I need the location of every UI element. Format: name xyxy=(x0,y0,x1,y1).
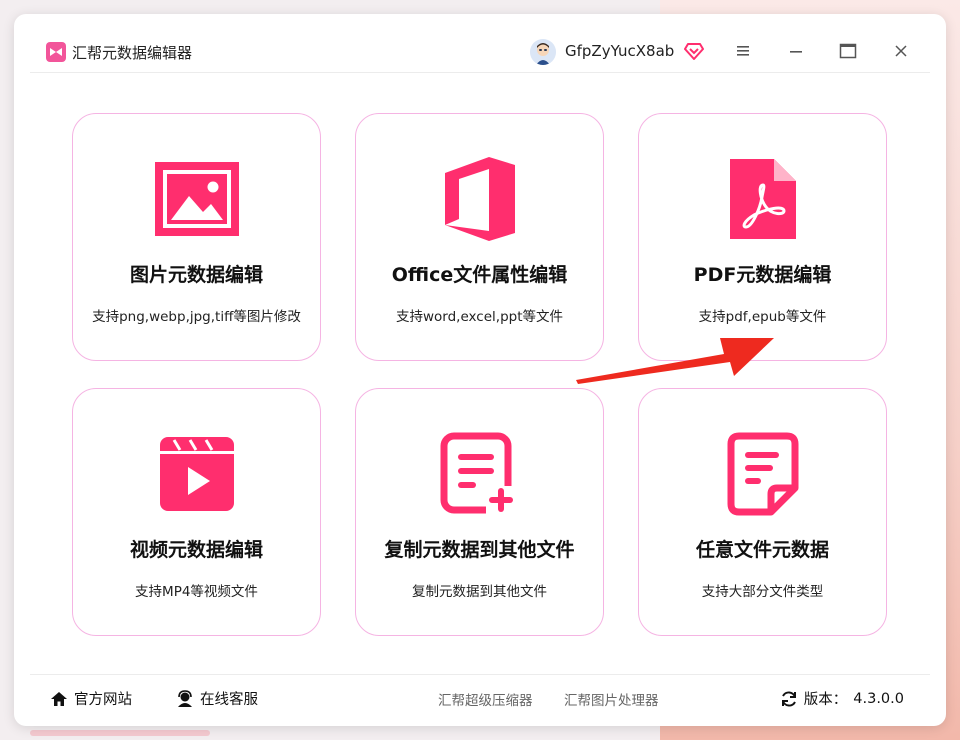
card-description: 支持word,excel,ppt等文件 xyxy=(396,309,563,325)
video-icon xyxy=(73,429,320,519)
footer: 官方网站 在线客服 汇帮超级压缩器 汇帮图片处理器 版本： 4.3.0.0 xyxy=(14,674,946,726)
pdf-icon xyxy=(639,154,886,244)
official-site-link[interactable]: 官方网站 xyxy=(50,688,132,709)
user-avatar[interactable] xyxy=(530,39,556,65)
background-decoration-bottom xyxy=(30,730,210,736)
vip-badge-icon[interactable] xyxy=(684,41,704,61)
card-title: Office文件属性编辑 xyxy=(391,264,568,286)
card-description: 支持pdf,epub等文件 xyxy=(698,309,827,325)
card-title: 任意文件元数据 xyxy=(695,539,829,561)
red-arrow-annotation xyxy=(576,338,774,384)
menu-icon xyxy=(737,46,749,56)
card-description: 复制元数据到其他文件 xyxy=(412,584,547,600)
app-title: 汇帮元数据编辑器 xyxy=(72,44,193,62)
card-video-metadata[interactable]: 视频元数据编辑 支持MP4等视频文件 xyxy=(72,388,321,636)
card-description: 支持png,webp,jpg,tiff等图片修改 xyxy=(92,309,301,325)
official-site-label: 官方网站 xyxy=(74,692,132,708)
minimize-button[interactable] xyxy=(779,36,813,66)
card-title: PDF元数据编辑 xyxy=(693,264,832,286)
card-description: 支持大部分文件类型 xyxy=(701,584,824,600)
image-processor-label: 汇帮图片处理器 xyxy=(564,693,659,709)
online-support-label: 在线客服 xyxy=(200,692,258,708)
card-title: 视频元数据编辑 xyxy=(129,539,263,561)
user-name[interactable]: GfpZyYucX8ab xyxy=(565,42,674,60)
title-divider xyxy=(30,72,930,73)
online-support-link[interactable]: 在线客服 xyxy=(176,688,258,709)
version-label: 版本： xyxy=(803,692,848,708)
maximize-icon xyxy=(839,43,857,59)
copy-doc-icon xyxy=(356,429,603,519)
image-icon xyxy=(73,154,320,244)
app-window: 汇帮元数据编辑器 GfpZyYucX8ab 图片元数据编辑 支持png,webp… xyxy=(14,14,946,726)
compressor-link[interactable]: 汇帮超级压缩器 xyxy=(438,689,533,709)
card-title: 复制元数据到其他文件 xyxy=(384,539,575,561)
menu-button[interactable] xyxy=(726,36,760,66)
card-description: 支持MP4等视频文件 xyxy=(135,584,258,600)
office-icon xyxy=(356,154,603,244)
support-agent-icon xyxy=(178,689,192,707)
maximize-button[interactable] xyxy=(831,36,865,66)
refresh-icon xyxy=(781,690,796,707)
title-bar: 汇帮元数据编辑器 GfpZyYucX8ab xyxy=(14,14,946,72)
close-icon xyxy=(895,45,907,57)
file-icon xyxy=(639,429,886,519)
card-copy-metadata[interactable]: 复制元数据到其他文件 复制元数据到其他文件 xyxy=(355,388,604,636)
card-any-file-metadata[interactable]: 任意文件元数据 支持大部分文件类型 xyxy=(638,388,887,636)
image-processor-link[interactable]: 汇帮图片处理器 xyxy=(564,689,659,709)
compressor-label: 汇帮超级压缩器 xyxy=(438,693,533,709)
close-button[interactable] xyxy=(884,36,918,66)
app-logo-icon xyxy=(46,42,66,62)
minimize-icon xyxy=(790,51,802,53)
version-info[interactable]: 版本： 4.3.0.0 xyxy=(780,688,904,709)
card-title: 图片元数据编辑 xyxy=(129,264,263,286)
version-value: 4.3.0.0 xyxy=(853,690,904,707)
home-icon xyxy=(51,691,67,706)
card-office-properties[interactable]: Office文件属性编辑 支持word,excel,ppt等文件 xyxy=(355,113,604,361)
card-image-metadata[interactable]: 图片元数据编辑 支持png,webp,jpg,tiff等图片修改 xyxy=(72,113,321,361)
